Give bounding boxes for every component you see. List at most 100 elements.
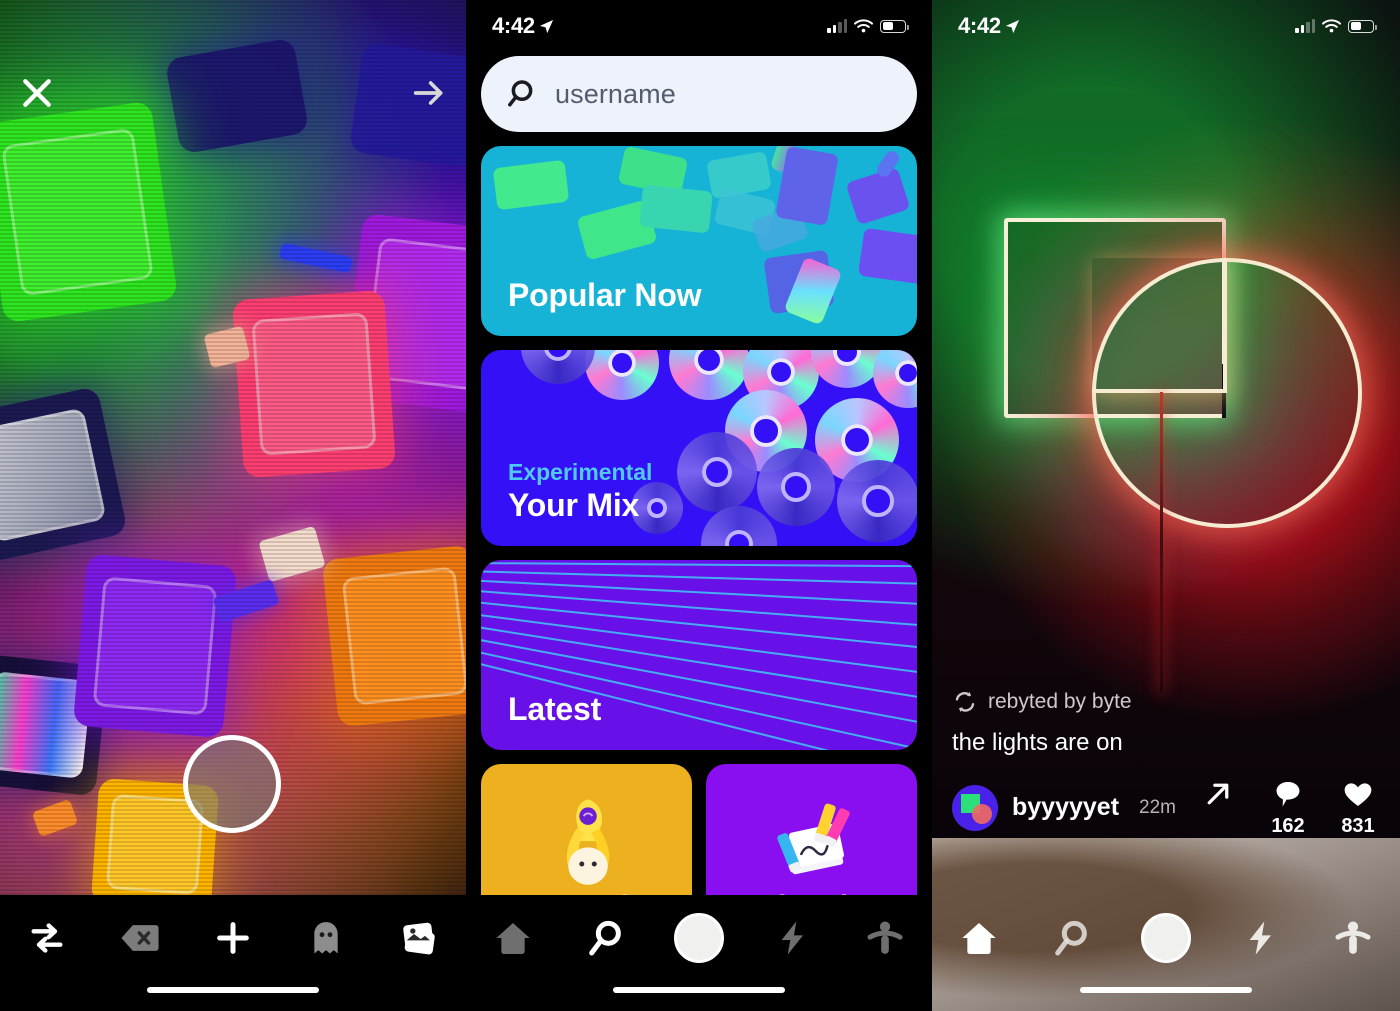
swap-arrows-icon	[31, 923, 63, 953]
close-button[interactable]	[14, 70, 60, 116]
rebyte-label: rebyted by byte	[988, 690, 1132, 713]
neon-chip	[203, 325, 251, 369]
nav-home[interactable]	[948, 907, 1010, 969]
neon-box-purple	[341, 212, 466, 417]
nav-profile[interactable]	[854, 907, 916, 969]
home-icon	[962, 923, 996, 954]
camera-screen-panel	[0, 0, 466, 1011]
home-icon	[495, 923, 530, 954]
comment-count: 162	[1271, 815, 1305, 837]
status-right-group	[827, 19, 909, 33]
nav-home[interactable]	[482, 907, 544, 969]
person-icon	[867, 921, 903, 954]
avatar[interactable]	[952, 784, 998, 831]
card-title: Popular Now	[508, 277, 702, 313]
nav-profile[interactable]	[1322, 907, 1384, 969]
camera-shutter-button[interactable]	[183, 735, 281, 833]
neon-box-pink	[231, 289, 397, 479]
camera-bottom-nav	[0, 895, 466, 1011]
flip-camera-button[interactable]	[16, 907, 78, 969]
lightning-bolt-icon	[781, 921, 804, 955]
banana-character-icon	[566, 799, 609, 885]
neon-chip	[258, 525, 326, 583]
post-actions: 162 831	[1196, 777, 1380, 838]
location-arrow-icon	[539, 19, 553, 33]
explore-bottom-nav	[466, 895, 932, 1011]
comment-button[interactable]: 162	[1266, 777, 1310, 838]
nav-activity[interactable]	[1229, 907, 1291, 969]
home-indicator-left	[147, 987, 319, 993]
status-left-group: 4:42	[958, 13, 1020, 39]
status-left-group: 4:42	[492, 13, 554, 39]
like-count: 831	[1341, 815, 1375, 837]
nav-activity[interactable]	[761, 907, 823, 969]
heart-icon	[1341, 777, 1375, 811]
cellular-signal-icon	[1295, 19, 1315, 33]
explore-screen-panel: 4:42 username Popular Now Experimental Y…	[466, 0, 932, 1011]
card-title: Latest	[508, 691, 602, 727]
plus-icon	[217, 922, 249, 954]
post-timestamp: 22m	[1139, 796, 1176, 818]
home-indicator-right	[1080, 987, 1252, 993]
card-your-mix[interactable]: Experimental Your Mix	[481, 350, 917, 546]
backspace-delete-icon	[121, 925, 159, 951]
ghost-overlay-button[interactable]	[295, 907, 357, 969]
nav-camera[interactable]	[1135, 907, 1197, 969]
category-card-comedy[interactable]: Comedy	[481, 764, 692, 914]
nav-explore[interactable]	[575, 907, 637, 969]
wifi-icon	[854, 19, 873, 33]
status-bar-middle: 4:42	[466, 0, 932, 52]
neon-box-rainbow	[0, 653, 109, 797]
card-popular-now[interactable]: Popular Now	[481, 146, 917, 336]
close-x-icon	[23, 79, 51, 107]
battery-icon	[1348, 19, 1377, 33]
post-caption: the lights are on	[952, 729, 1123, 756]
search-placeholder: username	[555, 78, 676, 109]
shutter-circle-icon	[1140, 913, 1191, 963]
status-time: 4:42	[492, 13, 535, 38]
neon-box-green	[0, 100, 179, 324]
post-metadata: rebyted by byte the lights are on byyyyy…	[932, 689, 1400, 838]
category-card-animation[interactable]: Animation	[706, 764, 917, 914]
post-author-row: byyyyyet 22m 162 831	[952, 777, 1380, 838]
person-icon	[1335, 921, 1371, 954]
author-username[interactable]: byyyyyet	[1012, 793, 1119, 822]
category-card-row: Comedy	[481, 764, 917, 914]
neon-chip	[31, 798, 79, 838]
photo-library-button[interactable]	[388, 907, 450, 969]
share-button[interactable]	[1196, 777, 1240, 815]
status-bar-left	[0, 0, 466, 46]
rebyte-loop-icon	[955, 691, 975, 712]
battery-icon	[880, 19, 909, 33]
ghost-icon	[314, 922, 338, 954]
neon-box	[164, 37, 310, 155]
nav-camera[interactable]	[668, 907, 730, 969]
search-input[interactable]: username	[481, 56, 917, 132]
search-magnifier-icon	[588, 920, 621, 956]
wifi-icon	[1322, 19, 1341, 33]
card-latest[interactable]: Latest	[481, 560, 917, 750]
status-bar-right: 4:42	[932, 0, 1400, 52]
lightning-bolt-icon	[1249, 921, 1271, 955]
location-arrow-icon	[1005, 19, 1019, 33]
feed-bottom-nav	[932, 895, 1400, 1011]
neon-box-orange	[321, 544, 466, 728]
photo-stack-icon	[403, 922, 436, 955]
cellular-signal-icon	[827, 19, 847, 33]
nav-explore[interactable]	[1041, 907, 1103, 969]
search-magnifier-icon	[508, 80, 533, 107]
neon-stand-art	[1160, 392, 1163, 692]
comment-bubble-icon	[1271, 777, 1305, 811]
neon-chip	[212, 579, 280, 623]
add-clip-button[interactable]	[202, 907, 264, 969]
three-phone-screenshot-composite: 4:42 username Popular Now Experimental Y…	[0, 0, 1400, 1011]
delete-clip-button[interactable]	[109, 907, 171, 969]
neon-quarter-art	[1092, 258, 1227, 393]
next-button[interactable]	[406, 70, 452, 116]
status-right-group	[1295, 19, 1377, 33]
like-button[interactable]: 831	[1336, 777, 1380, 838]
home-indicator-middle	[613, 987, 785, 993]
neon-box-static	[0, 386, 128, 564]
rebyte-banner[interactable]: rebyted by byte	[952, 689, 1380, 715]
arrow-right-icon	[413, 81, 443, 105]
